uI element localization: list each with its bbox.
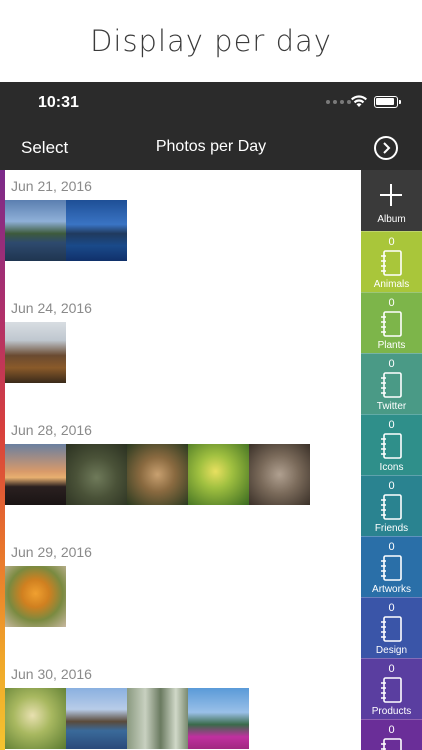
notebook-icon [381,555,402,581]
notebook-icon [381,616,402,642]
leaf-bud-photo[interactable] [188,444,249,505]
album-name: Plants [377,340,406,351]
day-date: Jun 21, 2016 [11,178,92,194]
album-name: Friends [374,523,409,534]
album-name: Products [371,706,412,717]
lake-photo-2[interactable] [66,688,127,749]
trees-photo[interactable] [127,688,188,749]
next-chevron-icon[interactable] [374,136,398,160]
day-date: Jun 30, 2016 [11,666,92,682]
notebook-icon [381,738,402,750]
album-item[interactable]: 0 Artworks [361,536,422,597]
day-date: Jun 24, 2016 [11,300,92,316]
battery-icon [374,96,401,108]
album-item[interactable]: 0 Icons [361,414,422,475]
monkey-photo[interactable] [127,444,188,505]
day-date: Jun 29, 2016 [11,544,92,560]
album-item[interactable]: 0 Products [361,658,422,719]
sunset-church-photo[interactable] [5,444,66,505]
status-time: 10:31 [38,94,79,111]
photo-feed[interactable]: Jun 21, 2016 Jun 24, 2016 Jun 28, 2016 Jun … [0,170,361,750]
plus-icon [380,184,402,206]
nav-bar: Select Photos per Day [0,126,422,170]
caption-text: Display per day [90,24,332,58]
cat-photo[interactable] [249,444,310,505]
day-section: Jun 28, 2016 [0,422,361,522]
album-item[interactable]: 0 Friends [361,475,422,536]
mountain-lake-photo[interactable] [66,200,127,261]
insect-flower-photo[interactable] [5,566,66,627]
photo-strip [5,200,127,261]
carousel-photo[interactable] [5,322,66,383]
album-item[interactable]: 0 [361,719,422,750]
album-sidebar: Album 0 Animals 0 Plants 0 Twitter 0 Icons 0 Frie… [361,170,422,750]
album-item[interactable]: 0 Twitter [361,353,422,414]
bird-photo[interactable] [5,688,66,749]
album-count: 0 [388,297,395,309]
notebook-icon [381,494,402,520]
day-section: Jun 29, 2016 [0,544,361,644]
album-name: Animals [373,279,410,290]
phone-screen: 10:31 Select Photos per Day Jun 21, 2016… [0,82,422,750]
album-count: 0 [388,724,395,736]
select-button[interactable]: Select [21,138,68,158]
album-count: 0 [388,419,395,431]
status-bar: 10:31 [0,82,422,126]
lake-photo[interactable] [5,200,66,261]
day-section: Jun 30, 2016 [0,666,361,750]
album-count: 0 [388,358,395,370]
add-album-button[interactable]: Album [361,170,422,231]
album-count: 0 [388,602,395,614]
notebook-icon [381,677,402,703]
photo-strip [5,566,66,627]
album-item[interactable]: 0 Design [361,597,422,658]
photo-strip [5,444,310,505]
album-name: Twitter [376,401,407,412]
notebook-icon [381,311,402,337]
signal-icon [326,100,351,104]
album-item[interactable]: 0 Animals [361,231,422,292]
notebook-icon [381,372,402,398]
notebook-icon [381,433,402,459]
day-section: Jun 21, 2016 [0,178,361,278]
notebook-icon [381,250,402,276]
crocodile-photo[interactable] [66,444,127,505]
photo-strip [5,688,249,749]
promo-caption: Display per day [0,0,422,82]
album-count: 0 [388,480,395,492]
day-section: Jun 24, 2016 [0,300,361,400]
wifi-icon [351,95,367,107]
flowers-pond-photo[interactable] [188,688,249,749]
album-count: 0 [388,236,395,248]
add-album-label: Album [377,214,406,225]
album-count: 0 [388,663,395,675]
album-name: Icons [379,462,404,473]
album-item[interactable]: 0 Plants [361,292,422,353]
day-date: Jun 28, 2016 [11,422,92,438]
album-count: 0 [388,541,395,553]
photo-strip [5,322,66,383]
album-name: Artworks [372,584,411,595]
album-name: Design [375,645,408,656]
